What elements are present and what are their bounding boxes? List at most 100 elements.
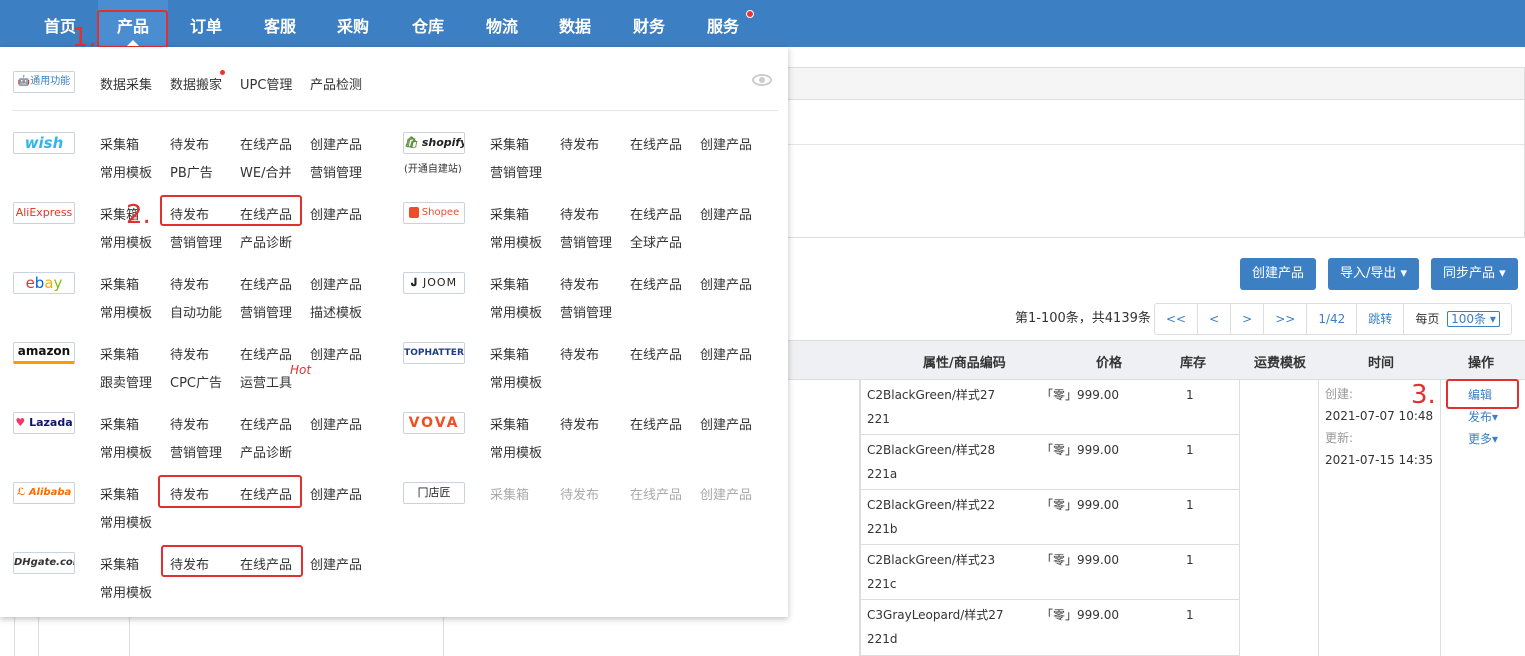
vova-pending[interactable]: 待发布 (560, 414, 599, 433)
vova-create[interactable]: 创建产品 (700, 414, 752, 433)
ebay-marketing[interactable]: 营销管理 (240, 302, 292, 321)
shopee-marketing[interactable]: 营销管理 (560, 232, 612, 251)
dhgate-create[interactable]: 创建产品 (310, 554, 362, 573)
lazada-create[interactable]: 创建产品 (310, 414, 362, 433)
shopee-online[interactable]: 在线产品 (630, 204, 682, 223)
page-first-button[interactable]: << (1155, 304, 1199, 334)
ebay-collect-box[interactable]: 采集箱 (100, 274, 139, 293)
import-export-button[interactable]: 导入/导出 ▾ (1328, 258, 1420, 290)
amazon-collect-box[interactable]: 采集箱 (100, 344, 139, 363)
per-page-select[interactable]: 100条 ▾ (1447, 311, 1500, 327)
sync-product-button[interactable]: 同步产品 ▾ (1431, 258, 1518, 290)
alibaba-collect-box[interactable]: 采集箱 (100, 484, 139, 503)
shopee-global[interactable]: 全球产品 (630, 232, 682, 251)
shopee-pending[interactable]: 待发布 (560, 204, 599, 223)
page-next-button[interactable]: > (1231, 304, 1265, 334)
wish-pending[interactable]: 待发布 (170, 134, 209, 153)
joom-logo: 𝐉 JOOM (403, 272, 465, 294)
wish-marketing[interactable]: 营销管理 (310, 162, 362, 181)
nav-purchase[interactable]: 采购 (323, 0, 383, 47)
lazada-diagnosis[interactable]: 产品诊断 (240, 442, 292, 461)
tophatter-create[interactable]: 创建产品 (700, 344, 752, 363)
shopify-online[interactable]: 在线产品 (630, 134, 682, 153)
lazada-online[interactable]: 在线产品 (240, 414, 292, 433)
shopee-templates[interactable]: 常用模板 (490, 232, 542, 251)
joom-online[interactable]: 在线产品 (630, 274, 682, 293)
wish-online[interactable]: 在线产品 (240, 134, 292, 153)
aliexpress-marketing[interactable]: 营销管理 (170, 232, 222, 251)
wish-collect-box[interactable]: 采集箱 (100, 134, 139, 153)
dhgate-collect-box[interactable]: 采集箱 (100, 554, 139, 573)
aliexpress-create[interactable]: 创建产品 (310, 204, 362, 223)
create-product-button[interactable]: 创建产品 (1240, 258, 1317, 290)
menu-product-check[interactable]: 产品检测 (310, 74, 362, 93)
alibaba-create[interactable]: 创建产品 (310, 484, 362, 503)
page-last-button[interactable]: >> (1264, 304, 1308, 334)
ebay-auto[interactable]: 自动功能 (170, 302, 222, 321)
page-jump-button[interactable]: 跳转 (1357, 304, 1405, 334)
wish-templates[interactable]: 常用模板 (100, 162, 152, 181)
joom-collect-box[interactable]: 采集箱 (490, 274, 529, 293)
more-link[interactable]: 更多▾ (1468, 427, 1498, 451)
sku-code: C3GrayLeopard/样式27 221d (867, 608, 1004, 646)
nav-finance[interactable]: 财务 (619, 0, 679, 47)
shopify-create[interactable]: 创建产品 (700, 134, 752, 153)
tophatter-collect-box[interactable]: 采集箱 (490, 344, 529, 363)
amazon-pending[interactable]: 待发布 (170, 344, 209, 363)
lazada-templates[interactable]: 常用模板 (100, 442, 152, 461)
vova-templates[interactable]: 常用模板 (490, 442, 542, 461)
amazon-cpc[interactable]: CPC广告 (170, 372, 222, 391)
shopee-collect-box[interactable]: 采集箱 (490, 204, 529, 223)
amazon-follow-sell[interactable]: 跟卖管理 (100, 372, 152, 391)
dianjiang-collect-box[interactable]: 采集箱 (490, 484, 529, 503)
shopee-create[interactable]: 创建产品 (700, 204, 752, 223)
lazada-collect-box[interactable]: 采集箱 (100, 414, 139, 433)
eye-icon[interactable] (752, 74, 772, 86)
nav-service[interactable]: 客服 (250, 0, 310, 47)
joom-templates[interactable]: 常用模板 (490, 302, 542, 321)
amazon-online[interactable]: 在线产品 (240, 344, 292, 363)
dhgate-templates[interactable]: 常用模板 (100, 582, 152, 601)
shopify-subtitle: (开通自建站) (404, 164, 462, 175)
ebay-desc-templates[interactable]: 描述模板 (310, 302, 362, 321)
vova-online[interactable]: 在线产品 (630, 414, 682, 433)
lazada-pending[interactable]: 待发布 (170, 414, 209, 433)
page-prev-button[interactable]: < (1198, 304, 1232, 334)
ebay-online[interactable]: 在线产品 (240, 274, 292, 293)
menu-upc[interactable]: UPC管理 (240, 74, 292, 93)
wish-pb-ads[interactable]: PB广告 (170, 162, 213, 181)
shopify-pending[interactable]: 待发布 (560, 134, 599, 153)
nav-logistics[interactable]: 物流 (472, 0, 532, 47)
dianjiang-create[interactable]: 创建产品 (700, 484, 752, 503)
ebay-templates[interactable]: 常用模板 (100, 302, 152, 321)
nav-services[interactable]: 服务 (693, 0, 753, 47)
vova-collect-box[interactable]: 采集箱 (490, 414, 529, 433)
shopify-collect-box[interactable]: 采集箱 (490, 134, 529, 153)
joom-pending[interactable]: 待发布 (560, 274, 599, 293)
ebay-pending[interactable]: 待发布 (170, 274, 209, 293)
ebay-create[interactable]: 创建产品 (310, 274, 362, 293)
joom-create[interactable]: 创建产品 (700, 274, 752, 293)
amazon-ops-tools[interactable]: 运营工具 (240, 372, 292, 391)
aliexpress-diagnosis[interactable]: 产品诊断 (240, 232, 292, 251)
sku-price: 「零」999.00 (1041, 443, 1119, 457)
menu-data-collect[interactable]: 数据采集 (100, 74, 152, 93)
tophatter-online[interactable]: 在线产品 (630, 344, 682, 363)
shopify-marketing[interactable]: 营销管理 (490, 162, 542, 181)
wish-create[interactable]: 创建产品 (310, 134, 362, 153)
dianjiang-online[interactable]: 在线产品 (630, 484, 682, 503)
aliexpress-templates[interactable]: 常用模板 (100, 232, 152, 251)
nav-data[interactable]: 数据 (545, 0, 605, 47)
joom-marketing[interactable]: 营销管理 (560, 302, 612, 321)
menu-data-migrate[interactable]: 数据搬家 (170, 74, 222, 93)
wish-logo: wish (13, 132, 75, 154)
nav-warehouse[interactable]: 仓库 (398, 0, 458, 47)
wish-we-merge[interactable]: WE/合并 (240, 162, 291, 181)
dianjiang-pending[interactable]: 待发布 (560, 484, 599, 503)
amazon-create[interactable]: 创建产品 (310, 344, 362, 363)
alibaba-templates[interactable]: 常用模板 (100, 512, 152, 531)
nav-orders[interactable]: 订单 (176, 0, 236, 47)
tophatter-pending[interactable]: 待发布 (560, 344, 599, 363)
lazada-marketing[interactable]: 营销管理 (170, 442, 222, 461)
tophatter-templates[interactable]: 常用模板 (490, 372, 542, 391)
